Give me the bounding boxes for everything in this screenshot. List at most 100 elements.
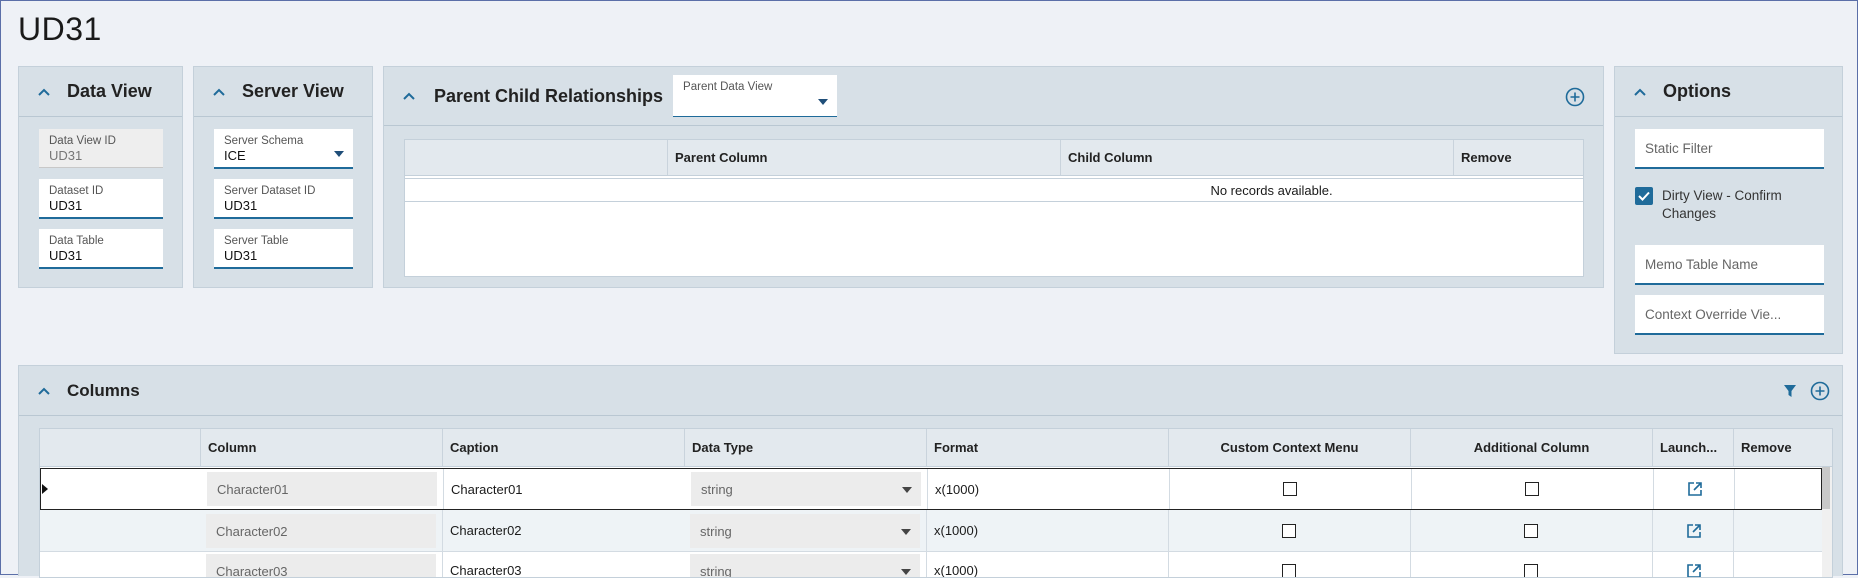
field-label: Server Dataset ID bbox=[224, 184, 343, 198]
static-filter-input[interactable]: Static Filter bbox=[1635, 129, 1824, 169]
data-type-value: string bbox=[700, 524, 732, 539]
field-value[interactable]: ICE bbox=[224, 148, 343, 164]
field-label: Parent Data View bbox=[683, 80, 827, 94]
format-cell[interactable]: x(1000) bbox=[926, 552, 1168, 578]
field-value[interactable]: UD31 bbox=[224, 248, 343, 264]
columns-grid: Column Caption Data Type Format Custom C… bbox=[39, 428, 1833, 578]
data-view-id-field: Data View ID UD31 bbox=[39, 129, 163, 168]
column-cell: Character02 bbox=[206, 514, 436, 548]
caret-down-icon[interactable] bbox=[334, 151, 344, 157]
row-select-cell[interactable] bbox=[41, 469, 201, 509]
additional-column-cell bbox=[1411, 469, 1653, 509]
server-dataset-id-field[interactable]: Server Dataset ID UD31 bbox=[214, 179, 353, 219]
add-circle-icon[interactable] bbox=[1810, 381, 1830, 401]
caption-cell[interactable]: Character03 bbox=[442, 552, 684, 578]
table-row[interactable]: Character02 Character02 string x(1000) bbox=[40, 510, 1822, 552]
custom-context-menu-checkbox[interactable] bbox=[1282, 524, 1296, 538]
custom-context-menu-checkbox[interactable] bbox=[1283, 482, 1297, 496]
column-cell: Character03 bbox=[206, 554, 436, 578]
no-records-text: No records available. bbox=[1210, 183, 1332, 198]
options-header: Options bbox=[1615, 67, 1842, 117]
additional-column-checkbox[interactable] bbox=[1524, 564, 1538, 578]
field-label: Server Table bbox=[224, 234, 343, 248]
caret-down-icon[interactable] bbox=[901, 569, 911, 575]
server-schema-select[interactable]: Server Schema ICE bbox=[214, 129, 353, 169]
table-row[interactable]: Character01 Character01 string x(1000) bbox=[40, 468, 1822, 510]
data-type-select[interactable]: string bbox=[691, 472, 921, 506]
additional-column-cell bbox=[1410, 552, 1652, 578]
chevron-up-icon[interactable] bbox=[1633, 85, 1647, 99]
memo-table-name-input[interactable]: Memo Table Name bbox=[1635, 245, 1824, 285]
chevron-up-icon[interactable] bbox=[37, 85, 51, 99]
caret-down-icon[interactable] bbox=[818, 99, 828, 105]
data-type-value: string bbox=[701, 482, 733, 497]
grid-header-custom-context-menu[interactable]: Custom Context Menu bbox=[1168, 429, 1410, 466]
grid-header: Parent Column Child Column Remove bbox=[405, 140, 1583, 176]
grid-header-additional-column[interactable]: Additional Column bbox=[1410, 429, 1652, 466]
dataset-id-field[interactable]: Dataset ID UD31 bbox=[39, 179, 163, 219]
columns-header: Columns bbox=[19, 366, 1842, 416]
grid-header-caption[interactable]: Caption bbox=[442, 429, 684, 466]
server-table-field[interactable]: Server Table UD31 bbox=[214, 229, 353, 269]
custom-context-menu-cell bbox=[1168, 510, 1410, 551]
row-select-cell[interactable] bbox=[40, 510, 200, 551]
field-label: Dataset ID bbox=[49, 184, 153, 198]
options-title: Options bbox=[1663, 81, 1731, 102]
data-type-select[interactable]: string bbox=[690, 514, 920, 548]
grid-header-child-column[interactable]: Child Column bbox=[1060, 140, 1453, 175]
format-cell[interactable]: x(1000) bbox=[926, 510, 1168, 551]
context-override-input[interactable]: Context Override Vie... bbox=[1635, 295, 1824, 335]
additional-column-checkbox[interactable] bbox=[1524, 524, 1538, 538]
grid-header-remove: Remove bbox=[1733, 429, 1814, 466]
columns-title: Columns bbox=[67, 381, 140, 401]
scrollbar-thumb[interactable] bbox=[1822, 467, 1830, 509]
remove-cell bbox=[1733, 510, 1822, 551]
context-override-placeholder: Context Override Vie... bbox=[1645, 307, 1781, 322]
launch-cell bbox=[1652, 552, 1733, 578]
caption-cell[interactable]: Character01 bbox=[443, 469, 685, 509]
grid-header-data-type[interactable]: Data Type bbox=[684, 429, 926, 466]
parent-data-view-select[interactable]: Parent Data View bbox=[673, 75, 837, 117]
grid-header-remove: Remove bbox=[1453, 140, 1585, 175]
server-view-header: Server View bbox=[194, 67, 372, 117]
grid-header-column[interactable]: Column bbox=[200, 429, 442, 466]
grid-header-format[interactable]: Format bbox=[926, 429, 1168, 466]
caret-down-icon[interactable] bbox=[901, 529, 911, 535]
field-value[interactable]: UD31 bbox=[224, 198, 343, 214]
dirty-view-label: Dirty View - Confirm Changes bbox=[1662, 187, 1812, 223]
add-circle-icon[interactable] bbox=[1565, 87, 1585, 107]
open-external-icon[interactable] bbox=[1686, 563, 1702, 578]
grid-header-launch[interactable]: Launch... bbox=[1652, 429, 1733, 466]
field-value[interactable]: UD31 bbox=[49, 248, 153, 264]
empty-row: No records available. bbox=[405, 178, 1583, 202]
row-select-cell[interactable] bbox=[40, 552, 200, 578]
data-table-field[interactable]: Data Table UD31 bbox=[39, 229, 163, 269]
field-value: UD31 bbox=[49, 148, 153, 164]
open-external-icon[interactable] bbox=[1686, 523, 1702, 539]
chevron-up-icon[interactable] bbox=[37, 384, 51, 398]
filter-icon[interactable] bbox=[1783, 384, 1797, 398]
grid-header: Column Caption Data Type Format Custom C… bbox=[40, 429, 1833, 467]
checkbox-checked-icon[interactable] bbox=[1635, 187, 1653, 205]
grid-header-parent-column[interactable]: Parent Column bbox=[667, 140, 1060, 175]
chevron-up-icon[interactable] bbox=[212, 85, 226, 99]
parent-child-panel: Parent Child Relationships Parent Data V… bbox=[383, 66, 1604, 288]
grid-header-select bbox=[40, 429, 200, 466]
custom-context-menu-cell bbox=[1169, 469, 1411, 509]
columns-panel: Columns Column Caption Data Type Format … bbox=[18, 365, 1843, 576]
open-external-icon[interactable] bbox=[1687, 481, 1703, 497]
caret-down-icon[interactable] bbox=[902, 487, 912, 493]
field-value[interactable]: UD31 bbox=[49, 198, 153, 214]
table-row[interactable]: Character03 Character03 string x(1000) bbox=[40, 552, 1822, 578]
data-type-select[interactable]: string bbox=[690, 554, 920, 578]
data-view-panel: Data View Data View ID UD31 Dataset ID U… bbox=[18, 66, 183, 288]
custom-context-menu-checkbox[interactable] bbox=[1282, 564, 1296, 578]
data-view-header: Data View bbox=[19, 67, 182, 117]
caption-cell[interactable]: Character02 bbox=[442, 510, 684, 551]
chevron-up-icon[interactable] bbox=[402, 89, 416, 103]
dirty-view-checkbox-row[interactable]: Dirty View - Confirm Changes bbox=[1635, 186, 1824, 226]
custom-context-menu-cell bbox=[1168, 552, 1410, 578]
additional-column-checkbox[interactable] bbox=[1525, 482, 1539, 496]
format-cell[interactable]: x(1000) bbox=[927, 469, 1169, 509]
grid-header-select bbox=[405, 140, 667, 175]
